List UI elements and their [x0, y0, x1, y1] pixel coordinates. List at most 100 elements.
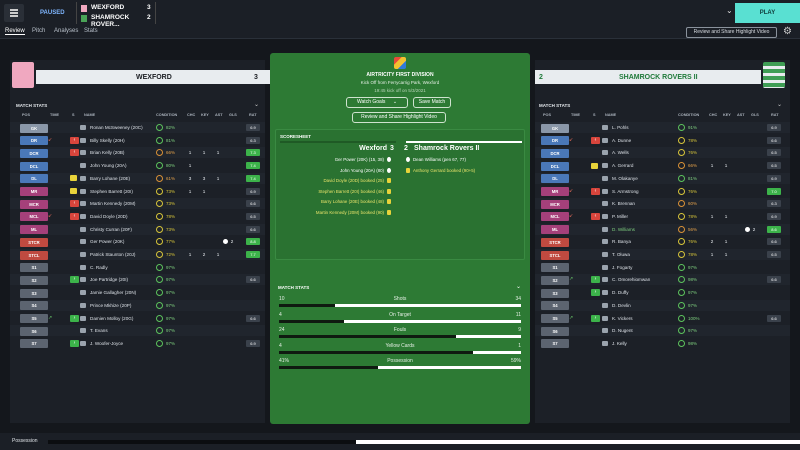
table-row[interactable]: STCL Patrick Staunton (20J) 72% 1 2 1 7.7: [10, 249, 265, 260]
table-row[interactable]: STCL T. Oluwa 78% 1 1 6.5: [535, 249, 790, 260]
player-name[interactable]: Stephen Barrett (20I): [90, 186, 133, 197]
player-name[interactable]: Billy Skelly (20H): [90, 135, 125, 146]
table-row[interactable]: S1 C. Radly 97%: [10, 262, 265, 273]
player-name[interactable]: D. Devlin: [612, 300, 631, 311]
table-row[interactable]: S3 Jamie Gallagher (20N) 97%: [10, 287, 265, 298]
table-row[interactable]: MCL P. Miller 78% 1 1 6.9 ↙ ‹: [535, 211, 790, 222]
player-name[interactable]: D. Williams: [612, 224, 635, 235]
shirt-icon: [602, 252, 608, 257]
table-row[interactable]: DCL John Young (20A) 80% 1 7.4: [10, 160, 265, 171]
table-row[interactable]: DL M. Olakanye 81% 6.9: [535, 172, 790, 184]
table-row[interactable]: MCR Martin Kennedy (20M) 73% 6.6 ‹: [10, 198, 265, 210]
save-match-button[interactable]: Save Match: [413, 97, 451, 108]
player-name[interactable]: David Doyle (20D): [90, 211, 128, 222]
play-button[interactable]: PLAY: [735, 3, 800, 23]
table-row[interactable]: S7 J. Kelly 98%: [535, 338, 790, 349]
watch-goals-button[interactable]: Watch Goals ⌄: [346, 97, 408, 108]
table-row[interactable]: STCR Ger Power (20K) 77% 2 8.8: [10, 236, 265, 247]
player-name[interactable]: A. Gerrard: [612, 160, 633, 171]
table-row[interactable]: GK Ronan McSweeney (20C) 82% 6.9: [10, 122, 265, 133]
table-row[interactable]: S3 D. Duffy 97% ›: [535, 287, 790, 298]
player-name[interactable]: A. Dunne: [612, 135, 631, 146]
table-row[interactable]: S5 Damien Molloy (20G) 97% 6.6 ↗ ›: [10, 313, 265, 324]
table-row[interactable]: S2 Joe Partridge (20I) 97% 6.6 ›: [10, 274, 265, 286]
player-name[interactable]: Ger Power (20K): [90, 236, 124, 247]
table-row[interactable]: MCL David Doyle (20D) 78% 6.5 ↙ ‹: [10, 211, 265, 222]
tab-stats[interactable]: Stats: [84, 28, 98, 34]
table-row[interactable]: GK L. Pohls 91% 6.9: [535, 122, 790, 133]
player-name[interactable]: J. Fogarty: [612, 262, 632, 273]
substitution-off-icon: ‹: [70, 200, 79, 208]
position-badge: DCL: [20, 161, 48, 171]
scoreboard[interactable]: WEXFORD 3 SHAMROCK ROVER... 2: [76, 2, 156, 28]
stat-bar: [279, 335, 521, 338]
table-row[interactable]: MR Stephen Barrett (20I) 73% 1 1 6.9: [10, 186, 265, 197]
player-name[interactable]: Ronan McSweeney (20C): [90, 122, 143, 133]
table-row[interactable]: S6 D. Nugent 97%: [535, 325, 790, 337]
chevron-down-icon[interactable]: ⌄: [777, 101, 782, 108]
table-row[interactable]: MCR K. Brennan 60% 6.3: [535, 198, 790, 210]
player-name[interactable]: Christy Curran (20F): [90, 224, 132, 235]
player-name[interactable]: C. Radly: [90, 262, 108, 273]
table-row[interactable]: DR Billy Skelly (20H) 81% 6.3 ↙ ‹: [10, 135, 265, 146]
header-chc: CHC: [709, 113, 718, 117]
tab-review[interactable]: Review: [5, 28, 25, 35]
tab-pitch[interactable]: Pitch: [32, 28, 45, 34]
table-row[interactable]: DCR A. Wells 76% 6.5: [535, 147, 790, 159]
chevron-down-icon[interactable]: ⌄: [516, 283, 521, 290]
player-name[interactable]: S. Armstrong: [612, 186, 639, 197]
chevron-down-icon[interactable]: ⌄: [254, 101, 259, 108]
player-name[interactable]: T. Oluwa: [612, 249, 630, 260]
table-row[interactable]: S4 Prince Mkhize (20P) 97%: [10, 299, 265, 311]
table-row[interactable]: DR A. Dunne 78% 6.6 ↙ ‹: [535, 135, 790, 146]
player-name[interactable]: T. Evans: [90, 325, 108, 336]
condition-ring-icon: [678, 251, 685, 258]
tab-analyses[interactable]: Analyses: [54, 28, 78, 34]
player-name[interactable]: A. Wells: [612, 147, 629, 158]
substitution-on-icon: ›: [70, 339, 79, 347]
table-row[interactable]: DL Barry Lohane (20E) 61% 3 3 1 7.4: [10, 172, 265, 184]
position-badge: S1: [541, 263, 569, 273]
player-name[interactable]: R. Banya: [612, 236, 631, 247]
player-name[interactable]: P. Miller: [612, 211, 628, 222]
player-name[interactable]: L. Pohls: [612, 122, 629, 133]
chevron-down-icon[interactable]: ⌄: [726, 6, 734, 16]
player-name[interactable]: Damien Molloy (20G): [90, 313, 133, 324]
table-row[interactable]: S2 C. Omorehiomwan 98% 6.6 ↗ ›: [535, 274, 790, 286]
player-name[interactable]: K. Brennan: [612, 198, 635, 209]
table-row[interactable]: S1 J. Fogarty 97%: [535, 262, 790, 273]
home-team-bar: WEXFORD 3: [36, 70, 276, 84]
table-row[interactable]: S7 J. Woofer-Joyce 97% 6.9 ›: [10, 338, 265, 349]
stat-away-value: 34: [515, 296, 521, 302]
player-name[interactable]: J. Woofer-Joyce: [90, 338, 123, 349]
player-name[interactable]: John Young (20A): [90, 160, 127, 171]
player-name[interactable]: Patrick Staunton (20J): [90, 249, 135, 260]
player-name[interactable]: Prince Mkhize (20P): [90, 300, 131, 311]
nav-bar: Review Pitch Analyses Stats Review and S…: [0, 26, 800, 39]
player-name[interactable]: K. Vickers: [612, 313, 633, 324]
player-name[interactable]: Martin Kennedy (20M): [90, 198, 135, 209]
gear-icon[interactable]: ⚙: [783, 26, 792, 38]
table-row[interactable]: STCR R. Banya 76% 2 1 6.6: [535, 236, 790, 247]
table-row[interactable]: S4 D. Devlin 97%: [535, 299, 790, 311]
player-name[interactable]: M. Olakanye: [612, 173, 638, 184]
table-row[interactable]: DCL A. Gerrard 66% 1 1 6.5: [535, 160, 790, 171]
player-name[interactable]: J. Kelly: [612, 338, 627, 349]
table-row[interactable]: S6 T. Evans 97%: [10, 325, 265, 337]
table-row[interactable]: S5 K. Vickers 100% 6.6 ↗ ›: [535, 313, 790, 324]
table-row[interactable]: ML Christy Curran (20F) 73% 6.6: [10, 223, 265, 235]
table-row[interactable]: ML D. Williams 56% 2 8.6: [535, 223, 790, 235]
yellow-card-icon: [387, 178, 391, 183]
table-row[interactable]: MR S. Armstrong 76% 7.0 ↙ ‹: [535, 186, 790, 197]
review-share-video-button[interactable]: Review and Share Highlight Video: [352, 112, 446, 123]
share-highlight-button[interactable]: Review and Share Highlight Video: [686, 27, 777, 38]
player-name[interactable]: Jamie Gallagher (20N): [90, 287, 136, 298]
table-row[interactable]: DCR Brian Kelly (20B) 66% 1 1 1 7.3 ‹: [10, 147, 265, 159]
player-name[interactable]: D. Nugent: [612, 325, 633, 336]
player-name[interactable]: D. Duffy: [612, 287, 629, 298]
player-name[interactable]: Brian Kelly (20B): [90, 147, 124, 158]
player-name[interactable]: C. Omorehiomwan: [612, 274, 650, 285]
player-name[interactable]: Barry Lohane (20E): [90, 173, 130, 184]
player-name[interactable]: Joe Partridge (20I): [90, 274, 128, 285]
menu-button[interactable]: [4, 4, 24, 22]
